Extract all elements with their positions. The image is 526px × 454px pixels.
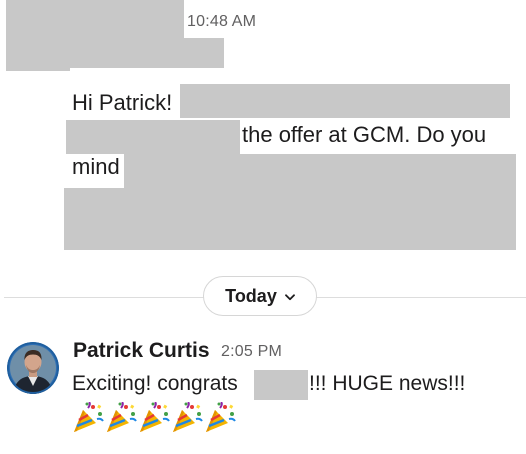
redacted-name <box>254 370 308 400</box>
avatar[interactable] <box>7 342 59 394</box>
party-popper-icon <box>104 402 137 434</box>
message-text-line-3: mind <box>72 154 120 179</box>
message-author[interactable]: Patrick Curtis <box>73 339 210 363</box>
message-timestamp[interactable]: 10:48 AM <box>187 13 256 31</box>
message-text-line-2: the offer at GCM. Do you <box>242 122 487 147</box>
message-text-end: !!! HUGE news!!! <box>309 372 466 395</box>
redacted-sender-block <box>6 0 184 40</box>
redacted-text <box>66 120 240 154</box>
date-divider-button[interactable]: Today <box>203 276 317 316</box>
emoji-row <box>71 402 236 434</box>
redacted-text-block <box>64 188 516 250</box>
redacted-text <box>124 154 516 188</box>
party-popper-icon <box>203 402 236 434</box>
redacted-sender-name-tail <box>69 38 224 68</box>
message-timestamp[interactable]: 2:05 PM <box>221 343 282 361</box>
party-popper-icon <box>71 402 104 434</box>
party-popper-icon <box>137 402 170 434</box>
date-divider-label: Today <box>225 285 277 306</box>
message-text-line-1: Hi Patrick! <box>72 90 173 115</box>
message-text-start: Exciting! congrats <box>72 372 238 395</box>
redacted-sender-block-lower <box>6 38 70 71</box>
redacted-text <box>180 84 510 118</box>
party-popper-icon <box>170 402 203 434</box>
chevron-down-icon <box>284 290 295 304</box>
